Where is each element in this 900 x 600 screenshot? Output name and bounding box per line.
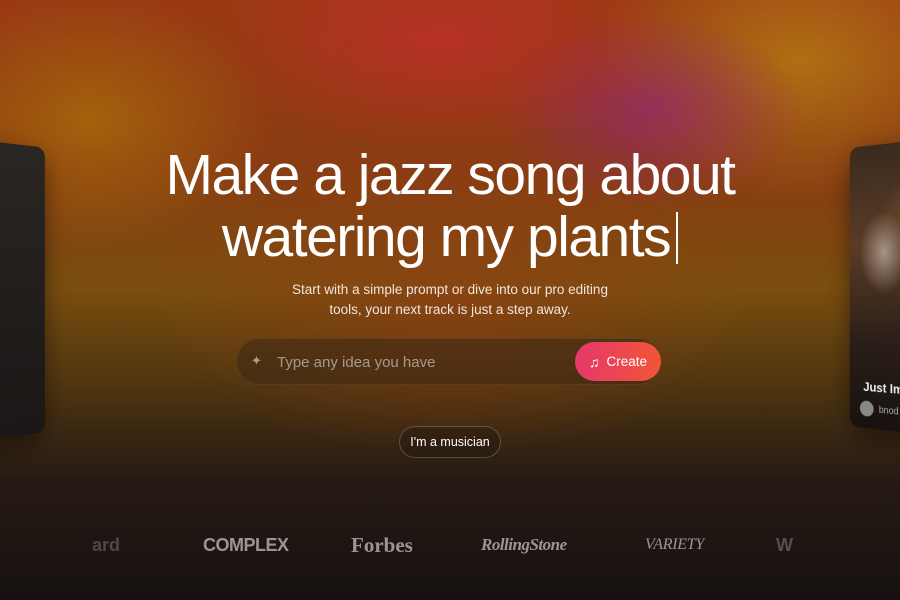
headline-line-1: Make a jazz song about xyxy=(165,143,736,207)
sparkle-icon: ✦ xyxy=(251,353,262,368)
press-logo-rollingstone: RollingStone xyxy=(481,535,567,554)
hero-subtitle: Start with a simple prompt or dive into … xyxy=(0,280,900,320)
press-logo-strip: ard COMPLEX Forbes RollingStone VARIETY … xyxy=(0,530,900,560)
headline-line-2: watering my plants xyxy=(0,206,900,268)
song-card-username: bnod xyxy=(878,404,899,418)
press-logo-billboard: ard xyxy=(92,535,121,555)
typing-caret xyxy=(676,212,679,264)
subtitle-line-1: Start with a simple prompt or dive into … xyxy=(292,282,608,297)
prompt-input[interactable] xyxy=(275,339,569,386)
subtitle-line-2: tools, your next track is just a step aw… xyxy=(329,302,571,317)
create-button[interactable]: ♫ Create xyxy=(575,342,661,381)
press-logo-complex: COMPLEX xyxy=(203,535,289,555)
music-note-icon: ♫ xyxy=(588,353,600,370)
song-card-title: Just Ima xyxy=(863,379,900,398)
hero-headline: Make a jazz song about watering my plant… xyxy=(0,144,900,268)
musician-button[interactable]: I'm a musician xyxy=(399,426,501,458)
prompt-bar: ✦ ♫ Create xyxy=(236,338,662,386)
create-button-label: Create xyxy=(606,354,648,369)
headline-line-2-text: watering my plants xyxy=(221,205,672,269)
song-card-user: bnod xyxy=(859,400,899,419)
press-logo-partial: W xyxy=(776,535,793,555)
press-logo-forbes: Forbes xyxy=(351,533,413,557)
press-logo-variety: VARIETY xyxy=(645,536,704,553)
avatar xyxy=(859,400,874,418)
